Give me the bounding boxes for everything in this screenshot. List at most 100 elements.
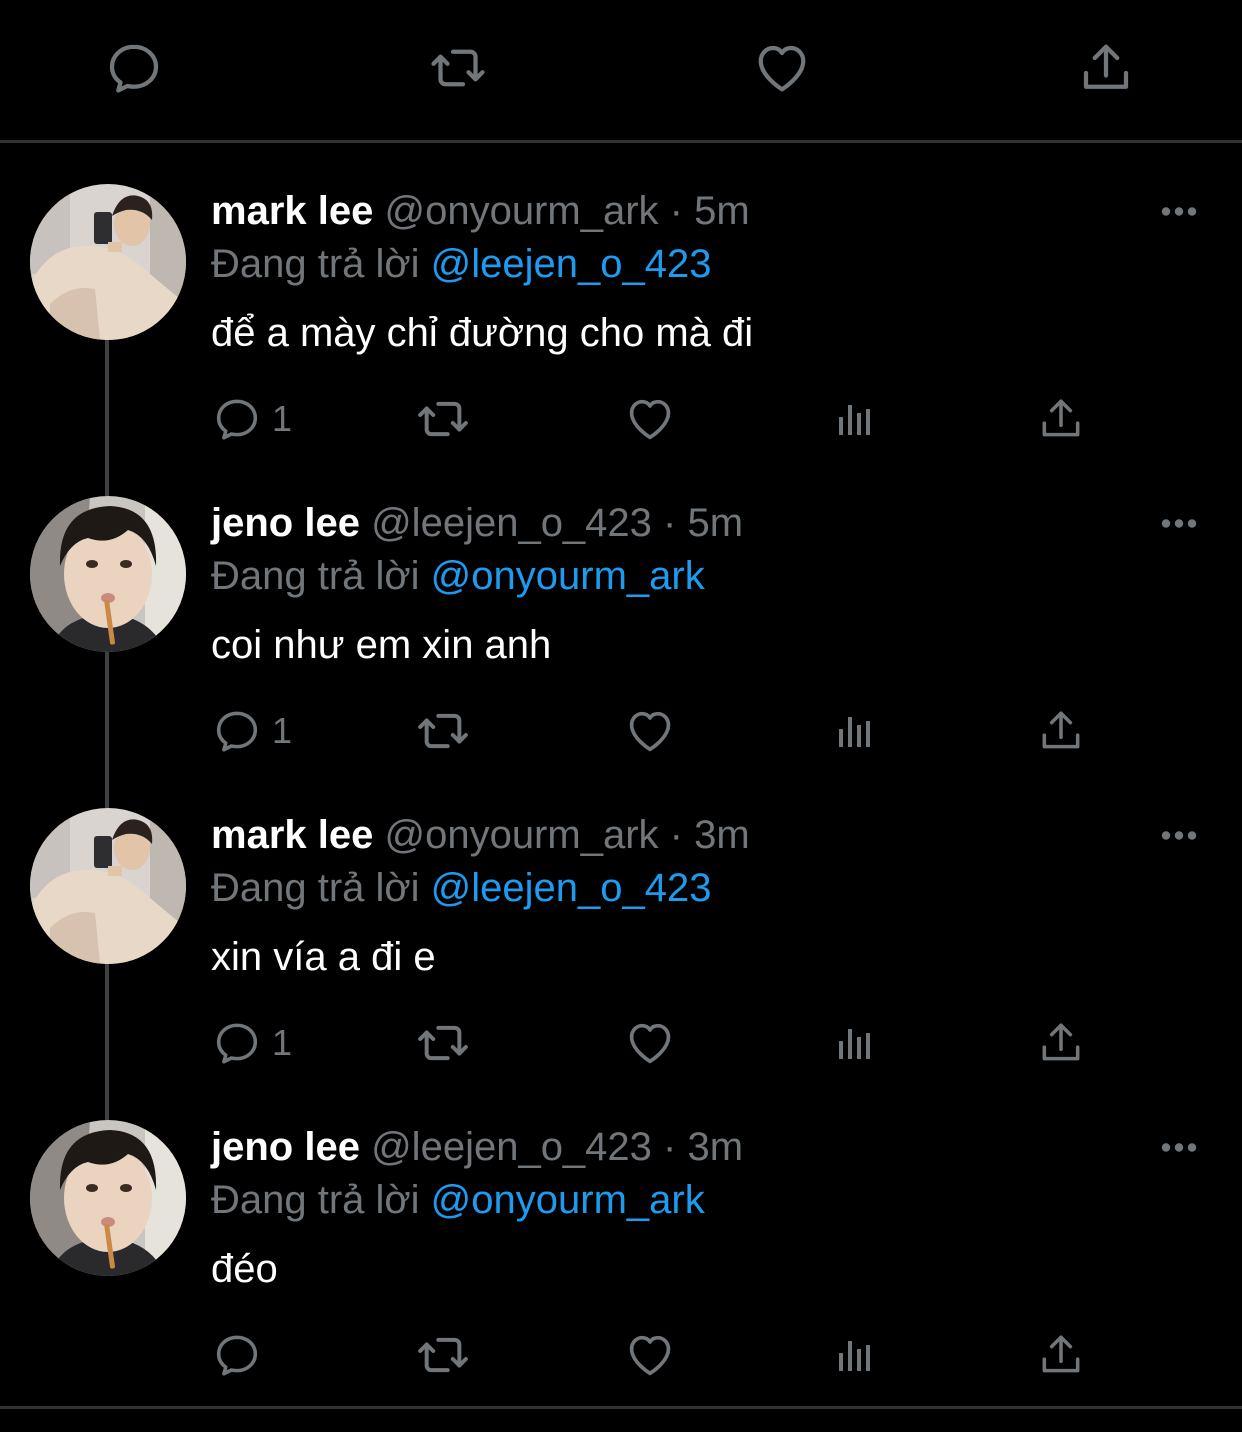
divider	[0, 140, 1242, 143]
reply-icon	[212, 1330, 262, 1380]
heart-icon	[624, 1329, 676, 1381]
reply-button[interactable]: 1	[212, 701, 292, 761]
mention-link[interactable]: @onyourm_ark	[431, 1178, 705, 1222]
tweet-header: mark lee @onyourm_ark · 3m	[211, 810, 750, 860]
more-options-button[interactable]	[1155, 196, 1203, 226]
share-icon	[1076, 37, 1136, 99]
username[interactable]: @onyourm_ark	[384, 189, 658, 233]
reply-tweet[interactable]: jeno lee @leejen_o_423 · 3m Đang trả lời…	[0, 1120, 1242, 1432]
share-button[interactable]	[1036, 1325, 1086, 1385]
timestamp[interactable]: 3m	[688, 1125, 744, 1169]
reply-button[interactable]: 1	[212, 1013, 292, 1073]
tweet-text: xin vía a đi e	[211, 935, 436, 979]
share-button[interactable]	[1076, 38, 1136, 98]
share-icon	[1036, 1018, 1086, 1068]
divider	[0, 1406, 1242, 1409]
display-name[interactable]: jeno lee	[211, 501, 360, 545]
like-button[interactable]	[624, 1325, 676, 1385]
tweet-text: để a mày chỉ đường cho mà đi	[211, 311, 754, 355]
timestamp[interactable]: 5m	[694, 189, 750, 233]
avatar-image	[30, 1120, 186, 1276]
separator: ·	[663, 1125, 677, 1169]
reply-count: 1	[272, 1022, 293, 1063]
tweet-text: đéo	[211, 1247, 278, 1291]
more-options-button[interactable]	[1155, 1132, 1203, 1162]
display-name[interactable]: mark lee	[211, 189, 373, 233]
avatar-image	[30, 184, 186, 340]
display-name[interactable]: jeno lee	[211, 1125, 360, 1169]
replying-to: Đang trả lời @leejen_o_423	[211, 863, 712, 913]
mention-link[interactable]: @onyourm_ark	[431, 554, 705, 598]
heart-icon	[624, 705, 676, 757]
tweet-actions	[0, 1325, 1242, 1385]
replying-to: Đang trả lời @onyourm_ark	[211, 1175, 705, 1225]
replying-to-label: Đang trả lời	[211, 242, 420, 286]
retweet-button[interactable]	[415, 1325, 471, 1385]
share-icon	[1036, 394, 1086, 444]
retweet-button[interactable]	[415, 389, 471, 449]
share-icon	[1036, 706, 1086, 756]
tweet-text: coi như em xin anh	[211, 623, 552, 667]
like-button[interactable]	[624, 389, 676, 449]
mention-link[interactable]: @leejen_o_423	[431, 866, 712, 910]
heart-icon	[752, 37, 812, 99]
share-button[interactable]	[1036, 701, 1086, 761]
reply-tweet[interactable]: jeno lee @leejen_o_423 · 5m Đang trả lời…	[0, 496, 1242, 808]
share-button[interactable]	[1036, 389, 1086, 449]
replying-to-label: Đang trả lời	[211, 866, 420, 910]
like-button[interactable]	[624, 1013, 676, 1073]
more-icon	[1159, 205, 1199, 218]
tweet-actions: 1	[0, 389, 1242, 449]
like-button[interactable]	[624, 701, 676, 761]
reply-icon	[212, 706, 262, 756]
more-options-button[interactable]	[1155, 820, 1203, 850]
avatar[interactable]	[30, 808, 186, 964]
retweet-button[interactable]	[428, 38, 488, 98]
avatar[interactable]	[30, 496, 186, 652]
retweet-icon	[415, 391, 471, 447]
analytics-button[interactable]	[832, 389, 880, 449]
username[interactable]: @leejen_o_423	[371, 1125, 652, 1169]
tweet-header: mark lee @onyourm_ark · 5m	[211, 186, 750, 236]
reply-tweet[interactable]: mark lee @onyourm_ark · 3m Đang trả lời …	[0, 808, 1242, 1120]
retweet-icon	[415, 1327, 471, 1383]
retweet-icon	[415, 703, 471, 759]
display-name[interactable]: mark lee	[211, 813, 373, 857]
share-icon	[1036, 1330, 1086, 1380]
analytics-icon	[832, 1019, 880, 1067]
analytics-button[interactable]	[832, 1013, 880, 1073]
analytics-icon	[832, 1331, 880, 1379]
avatar[interactable]	[30, 184, 186, 340]
separator: ·	[669, 813, 683, 857]
avatar[interactable]	[30, 1120, 186, 1276]
username[interactable]: @onyourm_ark	[384, 813, 658, 857]
replying-to: Đang trả lời @onyourm_ark	[211, 551, 705, 601]
tweet-header: jeno lee @leejen_o_423 · 5m	[211, 498, 743, 548]
mention-link[interactable]: @leejen_o_423	[431, 242, 712, 286]
reply-button[interactable]	[212, 1325, 262, 1385]
separator: ·	[663, 501, 677, 545]
reply-count: 1	[272, 398, 293, 439]
more-icon	[1159, 829, 1199, 842]
retweet-icon	[428, 36, 488, 100]
analytics-button[interactable]	[832, 1325, 880, 1385]
analytics-button[interactable]	[832, 701, 880, 761]
more-icon	[1159, 517, 1199, 530]
reply-button[interactable]: 1	[212, 389, 292, 449]
more-icon	[1159, 1141, 1199, 1154]
like-button[interactable]	[752, 38, 812, 98]
heart-icon	[624, 393, 676, 445]
reply-button[interactable]	[104, 38, 164, 98]
share-button[interactable]	[1036, 1013, 1086, 1073]
avatar-image	[30, 808, 186, 964]
timestamp[interactable]: 3m	[694, 813, 750, 857]
reply-count: 1	[272, 710, 293, 751]
more-options-button[interactable]	[1155, 508, 1203, 538]
reply-tweet[interactable]: mark lee @onyourm_ark · 5m Đang trả lời …	[0, 184, 1242, 496]
reply-icon	[212, 1018, 262, 1068]
username[interactable]: @leejen_o_423	[371, 501, 652, 545]
retweet-button[interactable]	[415, 1013, 471, 1073]
retweet-button[interactable]	[415, 701, 471, 761]
replying-to-label: Đang trả lời	[211, 1178, 420, 1222]
timestamp[interactable]: 5m	[688, 501, 744, 545]
